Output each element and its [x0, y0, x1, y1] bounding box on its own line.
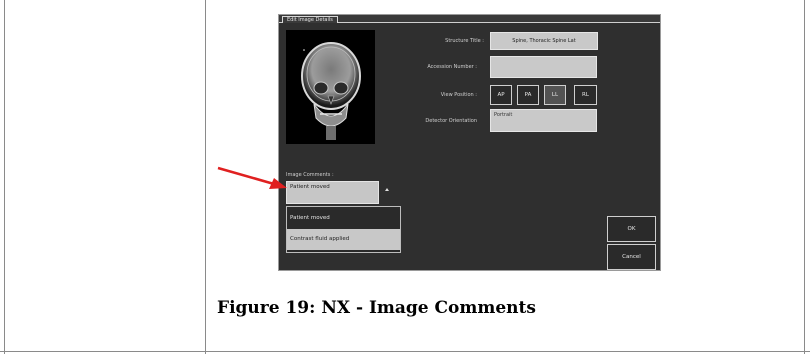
cancel-button[interactable]: Cancel: [607, 244, 656, 270]
accession-number-label: Accession Number :: [427, 64, 477, 70]
view-position-pa-button[interactable]: PA: [517, 85, 539, 105]
ok-button[interactable]: OK: [607, 216, 656, 242]
view-position-ll-button[interactable]: LL: [544, 85, 566, 105]
figure-caption: Figure 19: NX - Image Comments: [217, 298, 536, 318]
dropdown-option-patient-moved[interactable]: Patient moved: [287, 211, 400, 227]
dropdown-option-contrast-fluid[interactable]: Contrast fluid applied: [287, 229, 400, 250]
view-position-ap-button[interactable]: AP: [490, 85, 512, 105]
image-comments-label: Image Comments :: [286, 172, 334, 178]
accession-number-field[interactable]: [490, 56, 597, 78]
detector-orientation-field[interactable]: Portrait: [490, 109, 597, 132]
image-details-dialog: Edit Image Details Structure Title : Spi…: [278, 14, 661, 271]
structure-title-label: Structure Title :: [445, 38, 484, 44]
view-position-rl-button[interactable]: RL: [574, 85, 597, 105]
image-comments-combobox[interactable]: Patient moved: [286, 181, 379, 204]
image-comments-value: Patient moved: [290, 184, 330, 190]
table-row-divider: [0, 351, 810, 352]
table-column-divider: [205, 0, 206, 354]
table-left-border: [4, 0, 5, 354]
dropdown-arrow-icon[interactable]: [385, 188, 389, 191]
dialog-title: Edit Image Details: [282, 16, 338, 23]
structure-title-field[interactable]: Spine, Thoracic Spine Lat: [490, 32, 598, 50]
skull-xray-image: [301, 42, 361, 140]
view-position-label: View Position :: [440, 92, 477, 98]
xray-image-thumbnail[interactable]: [286, 30, 375, 144]
detector-orientation-label: Detector Orientation: [425, 118, 477, 124]
image-comments-dropdown-list: Patient moved Contrast fluid applied: [286, 206, 401, 253]
dialog-titlebar: Edit Image Details: [279, 15, 660, 23]
table-right-border: [804, 0, 805, 354]
red-arrow-icon: [217, 166, 287, 189]
